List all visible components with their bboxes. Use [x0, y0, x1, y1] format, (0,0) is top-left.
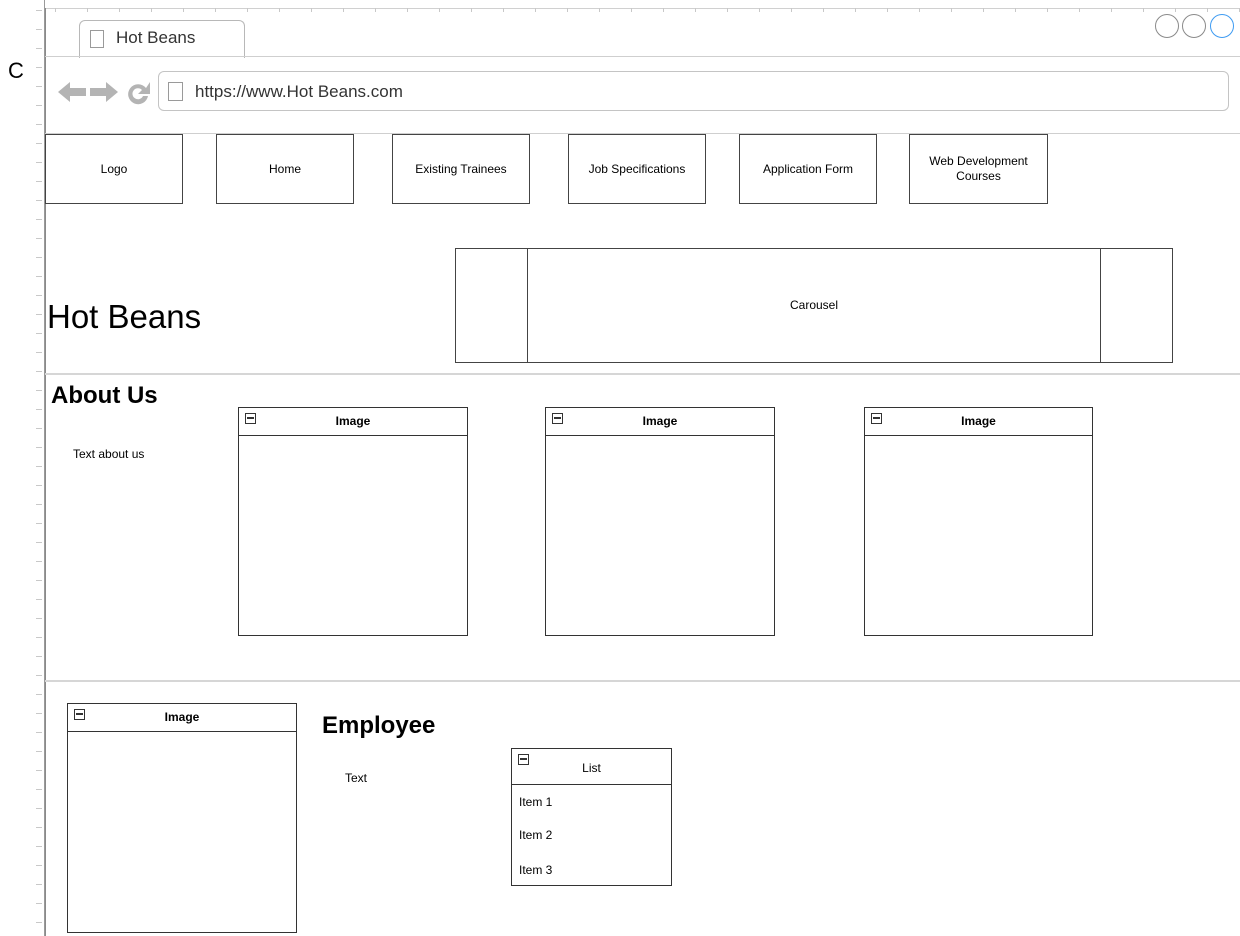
nav-home[interactable]: Home	[216, 134, 354, 204]
list-item[interactable]: Item 1	[519, 795, 552, 809]
ruler-tick	[36, 580, 42, 581]
ruler-tick	[36, 67, 42, 68]
ruler-tick	[36, 827, 42, 828]
ruler-tick	[36, 675, 42, 676]
ruler-tick	[36, 124, 42, 125]
left-ruler	[34, 0, 45, 936]
page-icon	[168, 82, 183, 101]
browser-tab[interactable]: Hot Beans	[79, 20, 245, 58]
image-placeholder: Image	[238, 407, 468, 636]
list-item[interactable]: Item 2	[519, 828, 552, 842]
ruler-tick	[36, 523, 42, 524]
list-title: List	[582, 761, 601, 775]
ruler-tick	[36, 390, 42, 391]
ruler-tick	[36, 922, 42, 923]
ruler-tick	[36, 770, 42, 771]
image-header: Image	[865, 408, 1092, 436]
nav-existing-trainees[interactable]: Existing Trainees	[392, 134, 530, 204]
nav-web-development-courses[interactable]: Web Development Courses	[909, 134, 1048, 204]
ruler-tick	[36, 466, 42, 467]
ruler-tick	[36, 428, 42, 429]
ruler-tick	[36, 656, 42, 657]
image-header: Image	[546, 408, 774, 436]
forward-arrow-icon[interactable]	[90, 80, 120, 110]
about-heading: About Us	[51, 382, 158, 409]
image-header: Image	[68, 704, 296, 732]
ruler-tick	[36, 143, 42, 144]
ruler-tick	[36, 903, 42, 904]
ruler-tick	[36, 504, 42, 505]
page-icon	[90, 30, 104, 48]
circle-icon[interactable]	[1210, 14, 1234, 38]
ruler-tick	[36, 29, 42, 30]
ruler-tick	[36, 352, 42, 353]
ruler-tick	[36, 599, 42, 600]
ruler-tick	[36, 447, 42, 448]
ruler-tick	[36, 371, 42, 372]
carousel[interactable]: Carousel	[455, 248, 1173, 363]
corner-letter: C	[8, 58, 24, 83]
back-arrow-icon[interactable]	[58, 80, 88, 110]
ruler-tick	[36, 865, 42, 866]
employee-list: List Item 1 Item 2 Item 3	[511, 748, 672, 886]
image-placeholder: Image	[545, 407, 775, 636]
ruler-tick	[36, 694, 42, 695]
circle-icon[interactable]	[1182, 14, 1206, 38]
circle-icon[interactable]	[1155, 14, 1179, 38]
ruler-tick	[36, 48, 42, 49]
site-title: Hot Beans	[47, 298, 202, 335]
ruler-tick	[36, 219, 42, 220]
list-item[interactable]: Item 3	[519, 863, 552, 877]
tab-title: Hot Beans	[116, 28, 196, 47]
tab-bar-divider	[45, 56, 1240, 57]
image-title: Image	[642, 414, 678, 428]
image-title: Image	[164, 710, 200, 724]
ruler-tick	[36, 295, 42, 296]
ruler-tick	[36, 637, 42, 638]
list-header: List	[512, 749, 671, 785]
ruler-tick	[36, 485, 42, 486]
image-title: Image	[961, 414, 996, 428]
employee-text: Text	[345, 771, 368, 785]
ruler-tick	[36, 181, 42, 182]
ruler-tick	[36, 618, 42, 619]
ruler-tick	[36, 314, 42, 315]
ruler-tick	[36, 238, 42, 239]
employee-heading: Employee	[322, 712, 436, 739]
url-text: https://www.Hot Beans.com	[195, 82, 403, 101]
reload-icon[interactable]	[124, 80, 152, 114]
ruler-tick	[36, 200, 42, 201]
address-bar[interactable]: https://www.Hot Beans.com	[158, 71, 1229, 111]
ruler-tick	[36, 561, 42, 562]
carousel-label: Carousel	[789, 298, 839, 312]
nav-application-form[interactable]: Application Form	[739, 134, 877, 204]
ruler-tick	[36, 105, 42, 106]
ruler-tick	[36, 86, 42, 87]
ruler-tick	[36, 808, 42, 809]
ruler-tick	[36, 162, 42, 163]
image-placeholder: Image	[864, 407, 1093, 636]
ruler-tick	[36, 884, 42, 885]
about-text: Text about us	[73, 447, 145, 461]
ruler-tick	[36, 713, 42, 714]
section-divider	[45, 680, 1240, 682]
ruler-tick	[36, 257, 42, 258]
ruler-tick	[36, 542, 42, 543]
nav-job-specifications[interactable]: Job Specifications	[568, 134, 706, 204]
ruler-tick	[36, 732, 42, 733]
ruler-tick	[36, 751, 42, 752]
ruler-tick	[36, 789, 42, 790]
ruler-tick	[36, 409, 42, 410]
image-title: Image	[335, 414, 371, 428]
ruler-tick	[36, 10, 42, 11]
ruler-tick	[36, 846, 42, 847]
employee-image-placeholder: Image	[67, 703, 297, 933]
nav-logo[interactable]: Logo	[45, 134, 183, 204]
image-header: Image	[239, 408, 467, 436]
ruler-tick	[36, 276, 42, 277]
ruler-tick	[36, 333, 42, 334]
section-divider	[45, 373, 1240, 375]
